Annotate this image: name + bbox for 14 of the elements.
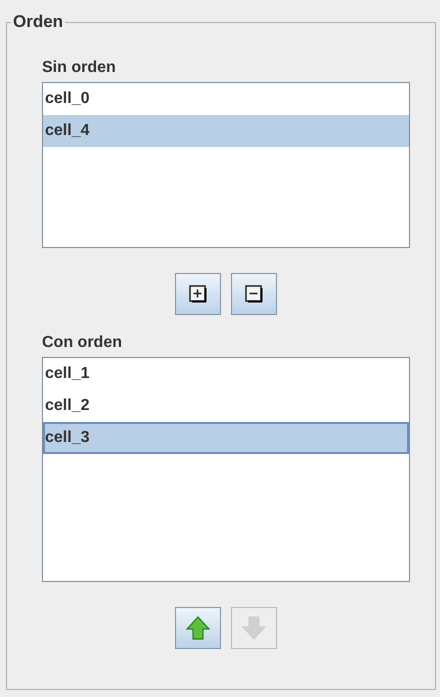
minus-icon — [245, 285, 263, 303]
list-item[interactable]: cell_4 — [43, 115, 409, 147]
down-arrow-icon — [241, 615, 267, 641]
list-label: Sin orden — [42, 58, 117, 78]
move-up-button[interactable] — [175, 607, 221, 649]
remove-button[interactable] — [231, 273, 277, 315]
list-item[interactable]: cell_0 — [43, 83, 409, 115]
list-item[interactable]: cell_2 — [43, 390, 409, 422]
list-item[interactable]: cell_3 — [43, 422, 409, 454]
plus-icon — [189, 285, 207, 303]
list-item[interactable]: cell_1 — [43, 358, 409, 390]
add-button[interactable] — [175, 273, 221, 315]
list-label: Con orden — [42, 333, 123, 353]
up-arrow-icon — [185, 615, 211, 641]
